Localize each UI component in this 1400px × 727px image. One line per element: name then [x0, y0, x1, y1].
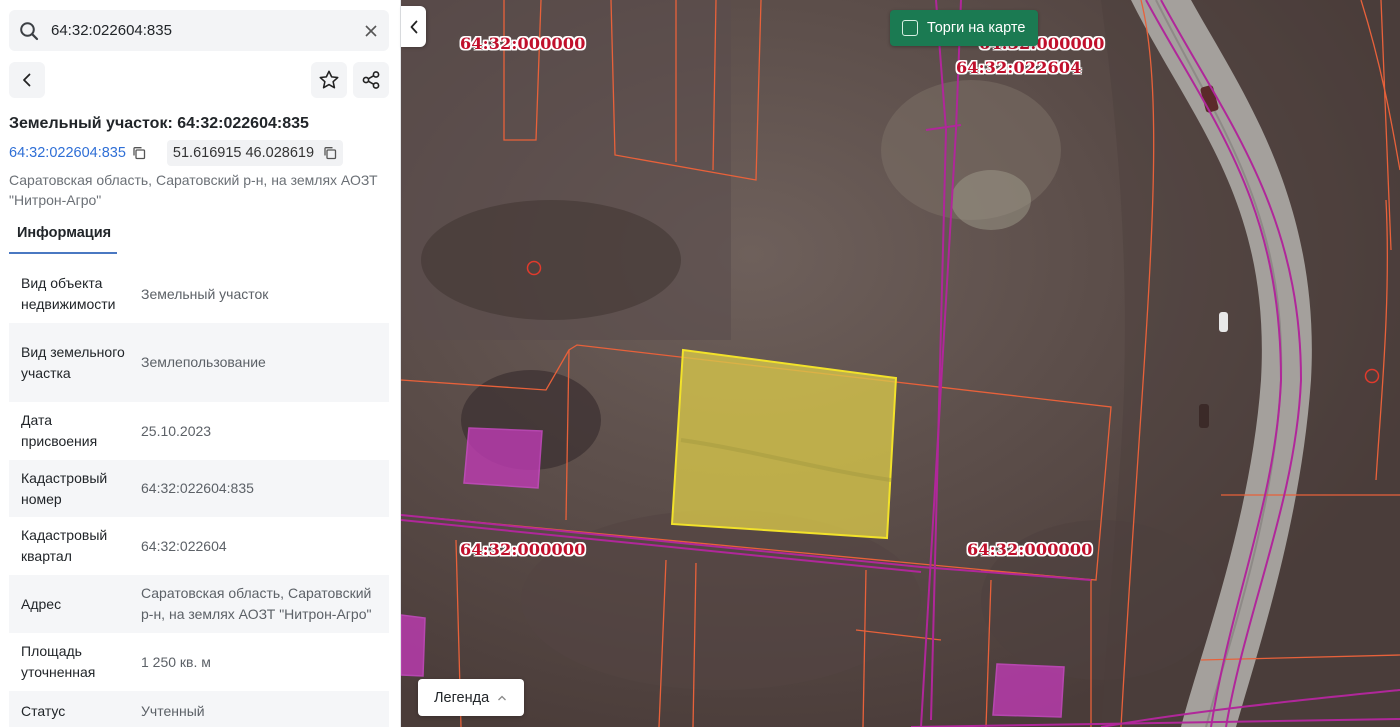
legend-label: Легенда	[434, 689, 490, 706]
auctions-on-map-toggle[interactable]: Торги на карте	[890, 10, 1038, 46]
table-row: Вид объекта недвижимости Земельный участ…	[9, 265, 389, 323]
panel-toolbar	[9, 62, 389, 98]
collapse-panel-button[interactable]	[401, 6, 426, 47]
star-icon	[319, 70, 339, 89]
cadastral-number-link[interactable]: 64:32:022604:835	[9, 145, 146, 161]
favorite-button[interactable]	[311, 62, 347, 98]
chevron-left-icon	[410, 20, 417, 33]
share-button[interactable]	[353, 62, 389, 98]
row-value: Землепользование	[141, 354, 266, 370]
map-view[interactable]: 64:32:000000 64:32:000000 64:32:022604 6…	[401, 0, 1400, 727]
map-label-quarter: 64:32:000000	[967, 540, 1093, 559]
table-row: Адрес Саратовская область, Саратовский р…	[9, 575, 389, 633]
row-value: Саратовская область, Саратовский р-н, на…	[141, 585, 372, 622]
coordinates-chip[interactable]: 51.616915 46.028619	[166, 140, 344, 166]
row-value: 64:32:022604:835	[141, 480, 254, 496]
row-value: 25.10.2023	[141, 422, 212, 439]
row-key: Дата присвоения	[21, 412, 98, 449]
row-key: Площадь уточненная	[21, 643, 96, 680]
identifier-row: 64:32:022604:835 51.616915 46.028619	[9, 140, 344, 166]
page-title: Земельный участок: 64:32:022604:835	[9, 115, 309, 132]
row-key: Вид объекта недвижимости	[21, 275, 116, 312]
map-label-quarter: 64:32:000000	[460, 540, 586, 559]
cadastral-number-text: 64:32:022604:835	[9, 145, 126, 161]
copy-icon[interactable]	[323, 146, 337, 160]
row-value: 1 250 кв. м	[141, 653, 211, 670]
search-input[interactable]	[49, 22, 339, 39]
row-key: Адрес	[21, 595, 62, 612]
table-row: Вид земельного участка Землепользование	[9, 323, 389, 402]
table-row: Дата присвоения 25.10.2023	[9, 402, 389, 460]
map-label-quarter: 64:32:022604	[956, 58, 1082, 77]
object-info-panel: Земельный участок: 64:32:022604:835 64:3…	[0, 0, 401, 727]
row-value: Учтенный	[141, 702, 205, 719]
chevron-left-icon	[23, 73, 31, 87]
coordinates-text: 51.616915 46.028619	[172, 145, 315, 161]
copy-icon[interactable]	[132, 146, 146, 160]
row-value: 64:32:022604	[141, 537, 227, 554]
table-row: Кадастровый номер 64:32:022604:835	[9, 460, 389, 517]
auctions-label: Торги на карте	[927, 20, 1026, 36]
tab-information[interactable]: Информация	[9, 222, 117, 254]
row-key: Кадастровый квартал	[21, 527, 108, 564]
legend-button[interactable]: Легенда	[418, 679, 524, 716]
satellite-imagery	[401, 0, 1400, 727]
back-button[interactable]	[9, 62, 45, 98]
search-bar	[9, 10, 389, 51]
close-icon[interactable]	[353, 10, 389, 51]
map-label-quarter: 64:32:000000	[460, 34, 586, 53]
search-icon[interactable]	[9, 10, 49, 51]
chevron-up-icon	[497, 694, 507, 702]
table-row: Статус Учтенный	[9, 691, 389, 727]
tab-bar: Информация	[9, 222, 389, 254]
info-table: Вид объекта недвижимости Земельный участ…	[9, 265, 389, 727]
row-key: Статус	[21, 702, 66, 719]
checkbox[interactable]	[902, 20, 918, 36]
row-value: Земельный участок	[141, 285, 269, 302]
row-key: Вид земельного участка	[21, 343, 125, 381]
table-row: Площадь уточненная 1 250 кв. м	[9, 633, 389, 691]
object-address: Саратовская область, Саратовский р-н, на…	[9, 172, 378, 208]
table-row: Кадастровый квартал 64:32:022604	[9, 517, 389, 575]
share-icon	[362, 71, 380, 89]
row-key: Кадастровый номер	[21, 469, 108, 507]
